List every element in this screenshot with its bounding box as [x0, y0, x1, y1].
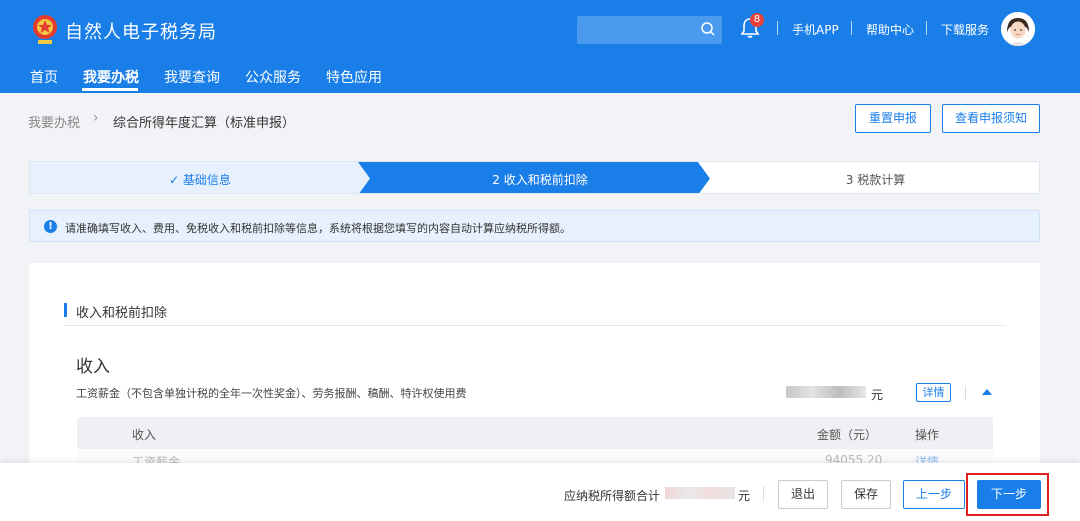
table-row: 工资薪金 94055.20 详情 — [77, 449, 993, 463]
divider — [763, 486, 764, 501]
mobile-app-link[interactable]: 手机APP — [792, 21, 839, 38]
breadcrumb-home[interactable]: 我要办税 — [28, 112, 80, 131]
nav-active-indicator — [82, 88, 138, 91]
divider — [777, 21, 778, 35]
chevron-right-icon: › — [93, 110, 99, 126]
divider — [965, 386, 966, 400]
breadcrumb: 我要办税 › 综合所得年度汇算（标准申报） 重置申报 查看申报须知 — [0, 93, 1080, 148]
section-divider — [64, 325, 1006, 326]
info-icon: ! — [44, 220, 57, 233]
help-center-link[interactable]: 帮助中心 — [866, 21, 914, 38]
highlight-box — [966, 473, 1049, 516]
row-detail-link[interactable]: 详情 — [915, 453, 939, 463]
search-icon[interactable] — [700, 21, 716, 37]
col-income: 收入 — [132, 428, 157, 442]
blurred-total-amount — [665, 487, 735, 499]
income-card: 收入和税前扣除 收入 工资薪金（不包含单独计税的全年一次性奖金）、劳务报酬、稿酬… — [29, 263, 1040, 463]
nav-public-service[interactable]: 公众服务 — [245, 67, 301, 87]
section-marker — [64, 303, 67, 317]
view-notice-button[interactable]: 查看申报须知 — [942, 104, 1040, 133]
income-detail-button[interactable]: 详情 — [916, 383, 951, 402]
save-button[interactable]: 保存 — [841, 480, 891, 509]
step-indicator: ✓ 基础信息 2 收入和税前扣除 3 税款计算 — [29, 161, 1040, 194]
nav-tax-handling[interactable]: 我要办税 — [83, 67, 139, 87]
row-amount: 94055.20 — [825, 453, 883, 463]
col-amount: 金额（元） — [817, 428, 878, 442]
search-input[interactable] — [577, 16, 722, 44]
avatar[interactable] — [1001, 12, 1035, 46]
divider — [851, 21, 852, 35]
step-income-deduction[interactable]: 2 收入和税前扣除 — [370, 171, 710, 188]
action-footer: 应纳税所得额合计 元 退出 保存 上一步 下一步 — [0, 463, 1080, 521]
top-header: 自然人电子税务局 8 手机APP 帮助中心 下载服务 首页 我要办税 我要查询 … — [0, 0, 1080, 93]
notification-badge: 8 — [750, 13, 764, 27]
step-tax-calculation[interactable]: 3 税款计算 — [710, 171, 1039, 188]
breadcrumb-current: 综合所得年度汇算（标准申报） — [113, 116, 296, 131]
info-notice: ! 请准确填写收入、费用、免税收入和税前扣除等信息，系统将根据您填写的内容自动计… — [29, 210, 1040, 242]
reset-declaration-button[interactable]: 重置申报 — [855, 104, 931, 133]
blurred-income-amount — [786, 386, 866, 398]
nav-special-apps[interactable]: 特色应用 — [326, 67, 382, 87]
nav-query[interactable]: 我要查询 — [164, 67, 220, 87]
divider — [926, 21, 927, 35]
exit-button[interactable]: 退出 — [778, 480, 828, 509]
previous-step-button[interactable]: 上一步 — [903, 480, 965, 509]
collapse-arrow-icon[interactable] — [982, 389, 992, 395]
taxable-income-total-label: 应纳税所得额合计 — [564, 489, 661, 503]
income-table-header: 收入 金额（元） 操作 — [77, 417, 993, 449]
step-basic-info[interactable]: ✓ 基础信息 — [30, 171, 370, 188]
currency-unit: 元 — [871, 388, 884, 402]
app-title: 自然人电子税务局 — [65, 22, 217, 43]
income-description: 工资薪金（不包含单独计税的全年一次性奖金）、劳务报酬、稿酬、特许权使用费 — [76, 387, 467, 400]
nav-home[interactable]: 首页 — [30, 67, 58, 87]
download-service-link[interactable]: 下载服务 — [941, 21, 989, 38]
col-operation: 操作 — [915, 428, 940, 442]
user-avatar-icon — [1001, 12, 1035, 46]
income-subtitle: 收入 — [76, 357, 110, 377]
tax-emblem-icon — [33, 15, 57, 44]
section-title: 收入和税前扣除 — [76, 306, 168, 321]
row-income-type: 工资薪金 — [132, 455, 181, 463]
currency-unit: 元 — [738, 489, 751, 503]
notice-text: 请准确填写收入、费用、免税收入和税前扣除等信息，系统将根据您填写的内容自动计算应… — [65, 222, 571, 235]
